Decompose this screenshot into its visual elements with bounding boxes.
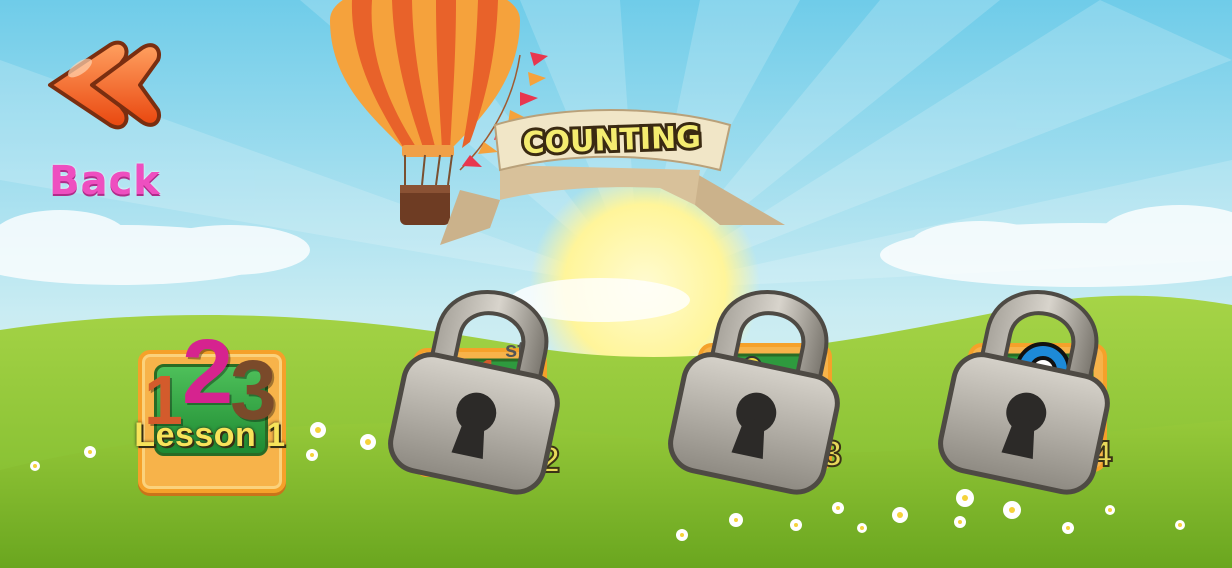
lesson-card-1[interactable]: 1 2 3 Lesson 1 [134,321,288,493]
lesson-1-label: Lesson 1 [134,416,286,454]
lesson-1-digit-2: 2 [182,321,234,423]
double-arrow-left-icon [48,40,161,130]
back-button[interactable]: Back [30,30,180,205]
back-label: Back [49,158,161,204]
title-text: COUNTING [522,120,701,161]
